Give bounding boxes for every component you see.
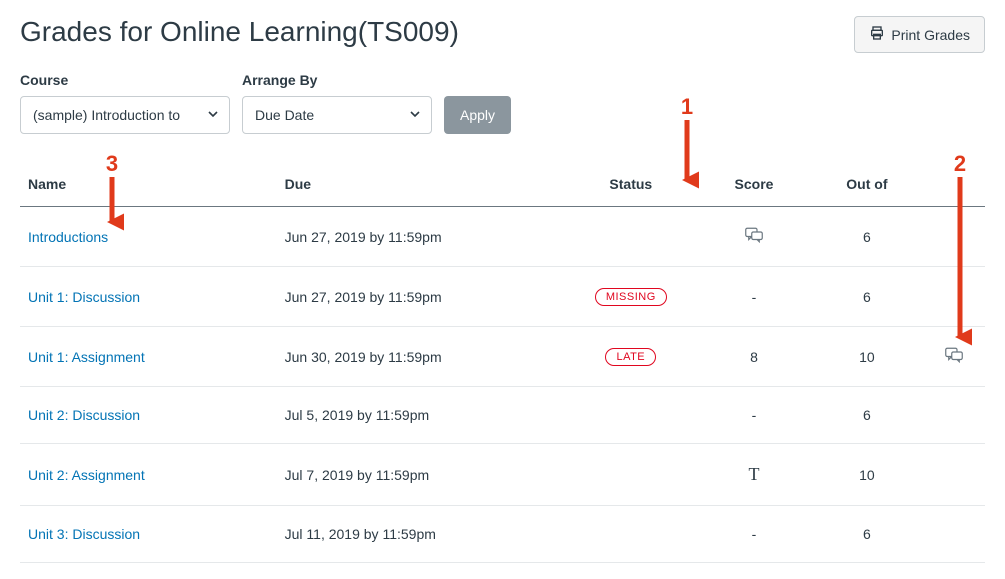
table-row: Unit 1: Discussion Jun 27, 2019 by 11:59p… — [20, 267, 985, 327]
outof-cell: 10 — [810, 327, 923, 387]
apply-button[interactable]: Apply — [444, 96, 511, 134]
score-cell: - — [698, 387, 811, 444]
outof-cell: 6 — [810, 387, 923, 444]
print-grades-button[interactable]: Print Grades — [854, 16, 985, 53]
table-row: Unit 3: Discussion Jul 11, 2019 by 11:59p… — [20, 506, 985, 563]
score-cell: T — [698, 444, 811, 506]
assignment-link[interactable]: Unit 2: Assignment — [28, 467, 145, 483]
table-row: Unit 2: Assignment Jul 7, 2019 by 11:59pm… — [20, 444, 985, 506]
col-header-due: Due — [277, 166, 564, 207]
col-header-outof: Out of — [810, 166, 923, 207]
arrange-by-select[interactable]: Due Date — [242, 96, 432, 134]
status-badge: MISSING — [595, 288, 667, 306]
status-cell — [564, 444, 697, 506]
assignment-link[interactable]: Unit 2: Discussion — [28, 407, 140, 423]
printer-icon — [869, 25, 885, 44]
status-cell — [564, 387, 697, 444]
due-date: Jun 27, 2019 by 11:59pm — [277, 207, 564, 267]
table-row: Unit 1: Assignment Jun 30, 2019 by 11:59p… — [20, 327, 985, 387]
comment-icon[interactable] — [945, 350, 963, 366]
table-row: Introductions Jun 27, 2019 by 11:59pm 6 — [20, 207, 985, 267]
due-date: Jul 11, 2019 by 11:59pm — [277, 506, 564, 563]
comments-cell — [923, 444, 985, 506]
score-cell — [698, 207, 811, 267]
comments-cell — [923, 387, 985, 444]
filters-bar: Course (sample) Introduction to Arrange … — [20, 72, 985, 134]
course-select-value: (sample) Introduction to — [33, 107, 180, 123]
col-header-score: Score — [698, 166, 811, 207]
arrange-by-label: Arrange By — [242, 72, 432, 88]
page-title: Grades for Online Learning(TS009) — [20, 16, 459, 48]
course-select[interactable]: (sample) Introduction to — [20, 96, 230, 134]
course-label: Course — [20, 72, 230, 88]
chevron-down-icon — [207, 107, 219, 123]
status-cell — [564, 506, 697, 563]
score-cell: - — [698, 267, 811, 327]
outof-cell: 10 — [810, 444, 923, 506]
assignment-link[interactable]: Introductions — [28, 229, 108, 245]
print-grades-label: Print Grades — [891, 27, 970, 43]
score-cell: 8 — [698, 327, 811, 387]
chevron-down-icon — [409, 107, 421, 123]
due-date: Jun 30, 2019 by 11:59pm — [277, 327, 564, 387]
score-cell: - — [698, 506, 811, 563]
outof-cell: 6 — [810, 267, 923, 327]
discussion-icon — [745, 230, 763, 246]
comments-cell — [923, 506, 985, 563]
status-cell: MISSING — [564, 267, 697, 327]
assignment-link[interactable]: Unit 1: Discussion — [28, 289, 140, 305]
status-cell: LATE — [564, 327, 697, 387]
col-header-extra — [923, 166, 985, 207]
due-date: Jun 27, 2019 by 11:59pm — [277, 267, 564, 327]
assignment-link[interactable]: Unit 1: Assignment — [28, 349, 145, 365]
comments-cell — [923, 267, 985, 327]
grades-table: Name Due Status Score Out of Introductio… — [20, 166, 985, 563]
col-header-status: Status — [564, 166, 697, 207]
assignment-link[interactable]: Unit 3: Discussion — [28, 526, 140, 542]
due-date: Jul 7, 2019 by 11:59pm — [277, 444, 564, 506]
outof-cell: 6 — [810, 207, 923, 267]
status-badge: LATE — [605, 348, 656, 366]
status-cell — [564, 207, 697, 267]
comments-cell — [923, 327, 985, 387]
arrange-by-select-value: Due Date — [255, 107, 314, 123]
outof-cell: 6 — [810, 506, 923, 563]
table-row: Unit 2: Discussion Jul 5, 2019 by 11:59pm… — [20, 387, 985, 444]
col-header-name: Name — [20, 166, 277, 207]
text-grade-icon: T — [748, 464, 759, 484]
due-date: Jul 5, 2019 by 11:59pm — [277, 387, 564, 444]
comments-cell — [923, 207, 985, 267]
